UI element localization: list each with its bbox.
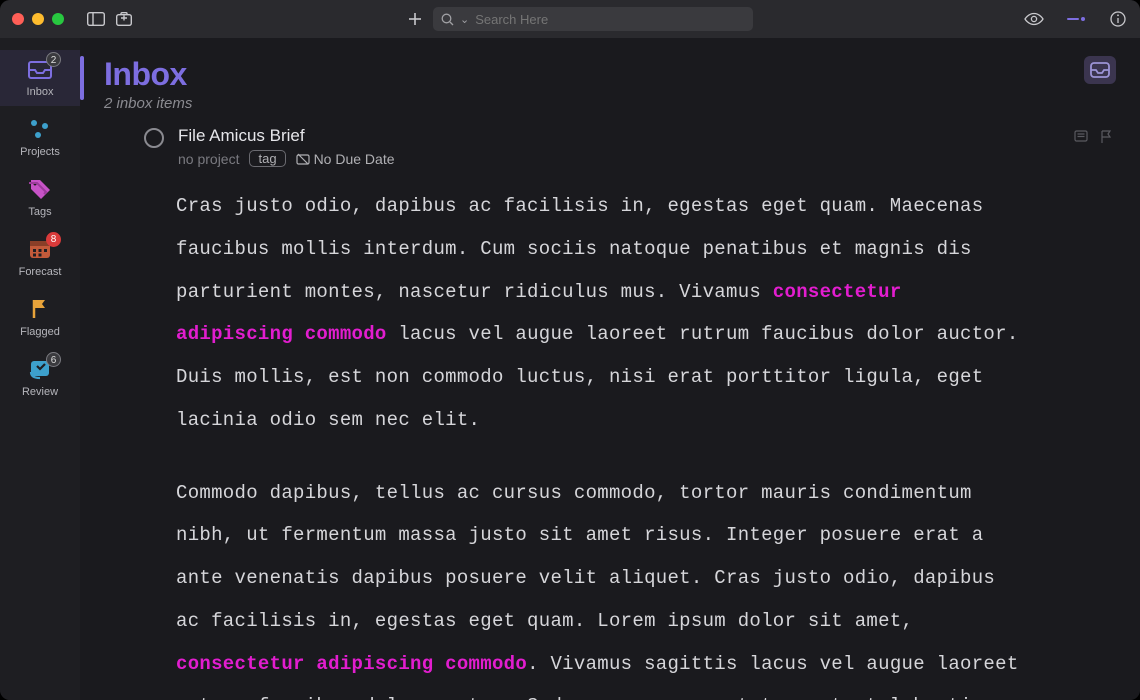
content-scroll[interactable]: File Amicus Brief no project tag No Due … — [80, 122, 1140, 700]
minimize-window-button[interactable] — [32, 13, 44, 25]
note-indicator-icon[interactable] — [1074, 130, 1090, 146]
task-row[interactable]: File Amicus Brief no project tag No Due … — [104, 122, 1116, 167]
window-body: 2 Inbox Projects Tags 8 — [0, 38, 1140, 700]
inbox-badge: 2 — [46, 52, 61, 67]
flag-outline-icon[interactable] — [1100, 130, 1116, 146]
projects-icon — [25, 116, 55, 142]
forecast-icon: 8 — [25, 236, 55, 262]
flagged-icon — [25, 296, 55, 322]
sidebar-item-label: Inbox — [27, 86, 54, 98]
sidebar-item-label: Projects — [20, 146, 60, 158]
sidebar-item-label: Tags — [28, 206, 51, 218]
sidebar-item-forecast[interactable]: 8 Forecast — [0, 230, 80, 286]
new-item-button[interactable] — [405, 9, 425, 29]
sidebar-item-label: Flagged — [20, 326, 60, 338]
note-paragraph-1: Cras justo odio, dapibus ac facilisis in… — [176, 185, 1026, 442]
window-controls — [12, 13, 64, 25]
main-pane: Inbox 2 inbox items — [80, 38, 1140, 700]
toolbar: ⌄ — [0, 0, 1140, 38]
sidebar-item-flagged[interactable]: Flagged — [0, 290, 80, 346]
task-meta: no project tag No Due Date — [178, 150, 1056, 167]
task-tag[interactable]: tag — [249, 150, 285, 167]
note-highlight: consectetur adipiscing commodo — [176, 653, 527, 675]
page-title: Inbox — [104, 56, 192, 93]
sidebar-item-tags[interactable]: Tags — [0, 170, 80, 226]
sidebar-item-label: Forecast — [19, 266, 62, 278]
search-field[interactable]: ⌄ — [433, 7, 753, 31]
search-icon — [441, 13, 454, 26]
quick-open-button[interactable] — [114, 9, 134, 29]
task-corner-icons — [1074, 130, 1116, 146]
toggle-sidebar-button[interactable] — [86, 9, 106, 29]
sidebar-item-label: Review — [22, 386, 58, 398]
focus-icon[interactable] — [1066, 9, 1086, 29]
search-input[interactable] — [475, 12, 745, 27]
search-chevron-icon: ⌄ — [460, 13, 469, 26]
view-header: Inbox 2 inbox items — [80, 38, 1140, 122]
task-project[interactable]: no project — [178, 151, 239, 167]
task-note[interactable]: Cras justo odio, dapibus ac facilisis in… — [176, 185, 1026, 700]
sidebar: 2 Inbox Projects Tags 8 — [0, 38, 80, 700]
eye-icon[interactable] — [1024, 9, 1044, 29]
inbox-icon: 2 — [25, 56, 55, 82]
forecast-badge: 8 — [46, 232, 61, 247]
zoom-window-button[interactable] — [52, 13, 64, 25]
page-subtitle: 2 inbox items — [104, 95, 192, 112]
note-paragraph-2: Commodo dapibus, tellus ac cursus commod… — [176, 472, 1026, 700]
task-due[interactable]: No Due Date — [296, 151, 395, 167]
task-title[interactable]: File Amicus Brief — [178, 126, 1056, 146]
review-badge: 6 — [46, 352, 61, 367]
toggle-inspector-button[interactable] — [1084, 56, 1116, 84]
close-window-button[interactable] — [12, 13, 24, 25]
calendar-crossed-icon — [296, 153, 310, 165]
sidebar-item-inbox[interactable]: 2 Inbox — [0, 50, 80, 106]
info-icon[interactable] — [1108, 9, 1128, 29]
toolbar-right — [1024, 9, 1128, 29]
app-window: ⌄ 2 Inbox — [0, 0, 1140, 700]
review-icon: 6 — [25, 356, 55, 382]
tags-icon — [25, 176, 55, 202]
task-checkbox[interactable] — [144, 128, 164, 148]
sidebar-item-projects[interactable]: Projects — [0, 110, 80, 166]
sidebar-item-review[interactable]: 6 Review — [0, 350, 80, 406]
